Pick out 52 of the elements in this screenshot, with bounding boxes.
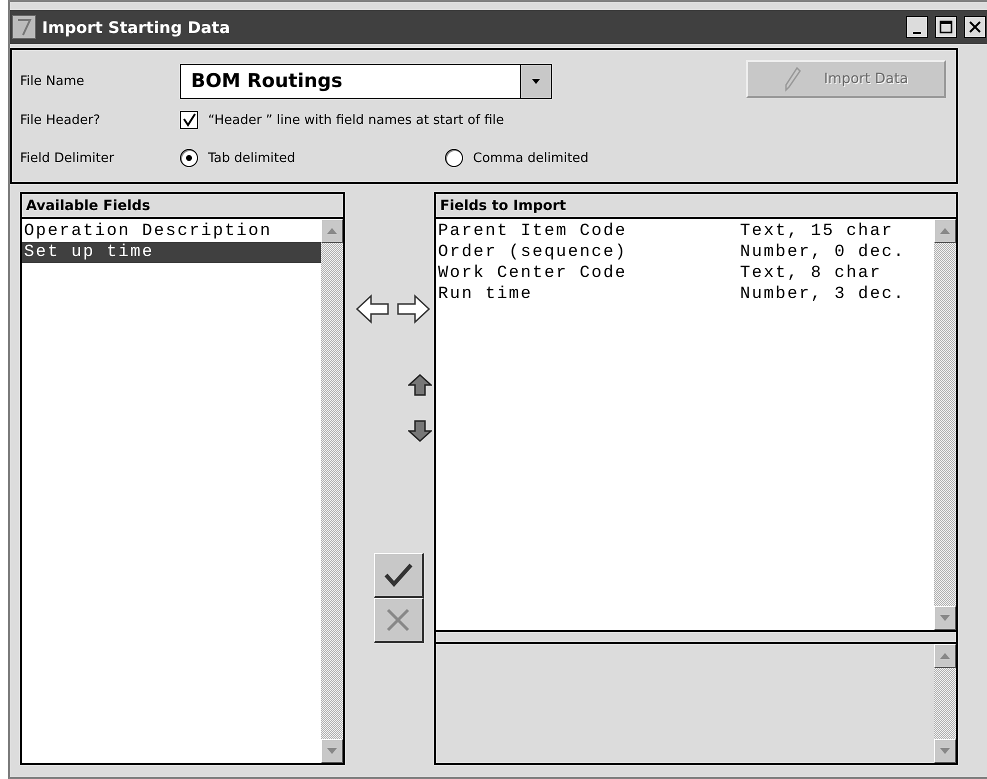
list-header: Fields to Import — [436, 194, 956, 219]
minimize-button[interactable] — [906, 16, 928, 38]
field-label: Field Delimiter — [20, 150, 116, 166]
scroll-up-button[interactable] — [934, 644, 956, 668]
scrollbar[interactable] — [321, 219, 343, 763]
list-header: Available Fields — [22, 194, 343, 219]
maximize-icon — [939, 20, 953, 34]
radio-label: Comma delimited — [473, 150, 589, 166]
scroll-up-button[interactable] — [321, 219, 343, 243]
radio-button[interactable] — [180, 149, 198, 167]
scroll-down-button[interactable] — [934, 739, 956, 763]
radio-label: Tab delimited — [208, 150, 296, 166]
cross-icon — [385, 607, 411, 633]
scroll-up-icon — [939, 652, 951, 660]
scrollbar[interactable] — [934, 644, 956, 763]
close-icon — [968, 20, 982, 34]
scroll-down-button[interactable] — [934, 606, 956, 630]
scroll-down-icon — [939, 614, 951, 622]
file-name-dropdown[interactable]: BOM Routings — [180, 64, 520, 98]
dropdown-button[interactable] — [520, 64, 552, 98]
header-checkbox[interactable] — [180, 111, 198, 129]
radio-button[interactable] — [445, 149, 463, 167]
scroll-down-icon — [326, 747, 338, 755]
window-title: Import Starting Data — [42, 18, 232, 36]
list-item[interactable]: Work Center Code Text, 8 char — [436, 263, 934, 284]
field-label: File Name — [20, 74, 86, 88]
scroll-up-icon — [326, 227, 338, 235]
checkbox-label: “Header ” line with field names at start of file — [208, 112, 504, 128]
scrollbar[interactable] — [934, 219, 956, 630]
maximize-button[interactable] — [935, 16, 957, 38]
pencil-icon — [784, 66, 802, 92]
cancel-button[interactable] — [374, 598, 424, 643]
scroll-up-button[interactable] — [934, 219, 956, 243]
field-label: File Header? — [20, 112, 102, 128]
scroll-down-icon — [939, 747, 951, 755]
list-item[interactable]: Run time Number, 3 dec. — [436, 284, 934, 305]
scroll-down-button[interactable] — [321, 739, 343, 763]
list-item[interactable]: Order (sequence) Number, 0 dec. — [436, 242, 934, 263]
list-item[interactable]: Set up time — [22, 242, 321, 263]
confirm-button[interactable] — [374, 553, 424, 598]
list-item[interactable]: Parent Item Code Text, 15 char — [436, 221, 934, 242]
app-icon — [12, 15, 36, 39]
up-arrow-icon[interactable] — [408, 374, 432, 396]
close-button[interactable] — [964, 16, 986, 38]
checkmark-icon — [383, 562, 413, 588]
list-item[interactable]: Operation Description — [22, 221, 321, 242]
minimize-icon — [913, 32, 921, 34]
left-arrow-icon[interactable] — [356, 294, 390, 324]
caret-icon — [532, 78, 540, 84]
down-arrow-icon[interactable] — [408, 420, 432, 442]
scroll-up-icon — [939, 227, 951, 235]
right-arrow-icon[interactable] — [396, 294, 430, 324]
